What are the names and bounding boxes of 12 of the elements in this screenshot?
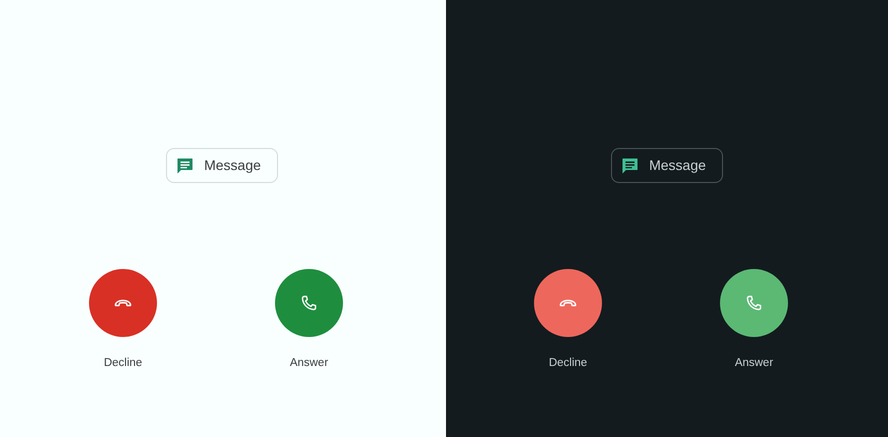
action-label: Answer	[734, 356, 774, 371]
hang-up-icon	[114, 299, 132, 307]
chat-icon	[621, 156, 640, 174]
phone-icon	[746, 295, 762, 311]
message-button[interactable]: Message	[611, 148, 723, 183]
hang-up-icon	[559, 299, 577, 307]
chat-icon	[176, 156, 194, 174]
message-button[interactable]: Message	[166, 148, 278, 183]
action-label: Answer	[290, 356, 328, 371]
action-label: Decline	[548, 356, 588, 371]
action-label: Decline	[104, 356, 142, 371]
phone-icon	[301, 295, 317, 311]
